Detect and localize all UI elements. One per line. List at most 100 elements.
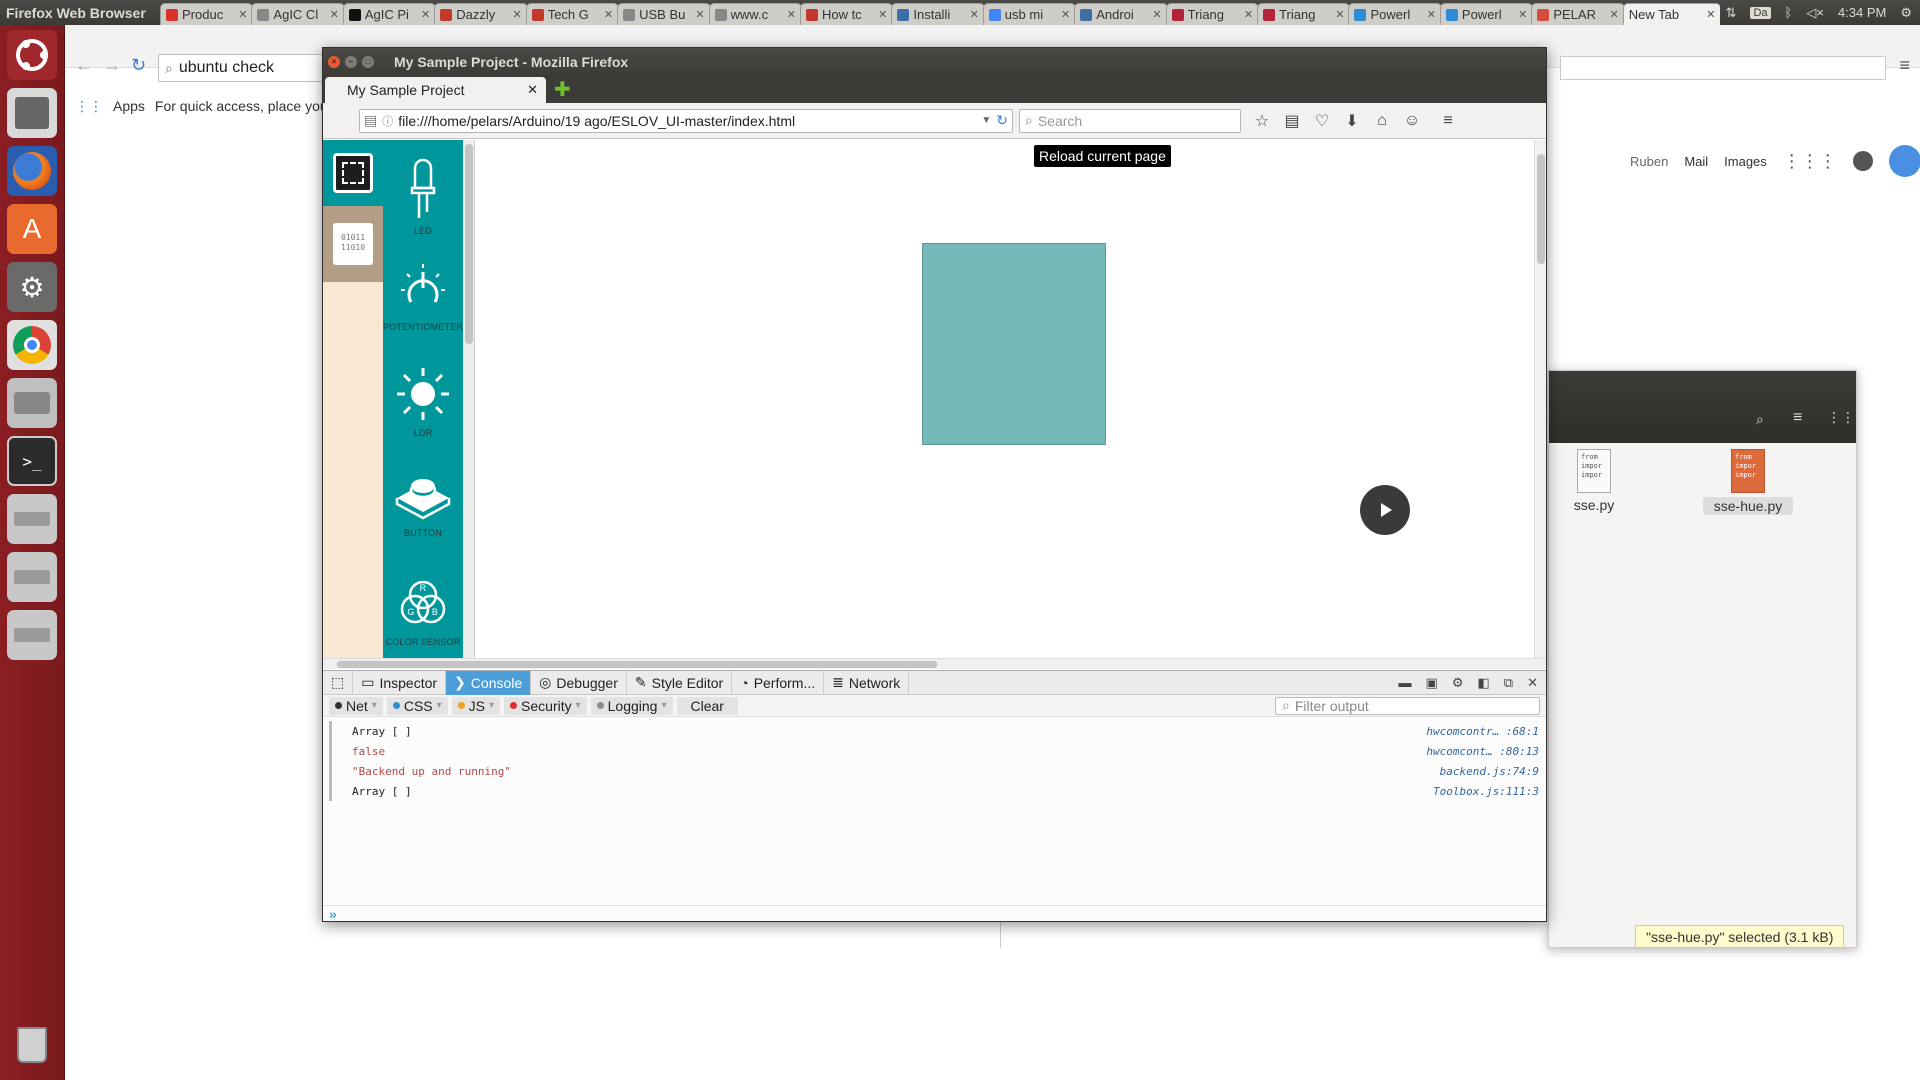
apps-link[interactable]: Apps [113, 98, 145, 114]
component-button[interactable]: BUTTON [383, 470, 463, 538]
bookmark-star-icon[interactable]: ☆ [1247, 111, 1277, 131]
filter-js[interactable]: JS ▾ [451, 696, 501, 715]
forward-icon[interactable]: → [103, 55, 121, 76]
console-source-link[interactable]: backend.js:74:9 [1440, 765, 1541, 778]
apps-grid-icon[interactable]: ⋮⋮⋮ [1783, 151, 1837, 172]
url-bar[interactable]: ▤ ⓘ file:///home/pelars/Arduino/19 ago/E… [359, 108, 1013, 133]
chrome-tab[interactable]: usb mi ✕ [982, 3, 1077, 25]
chevron-down-icon[interactable]: ▾ [437, 700, 442, 711]
tab-my-sample-project[interactable]: My Sample Project ✕ [325, 77, 546, 103]
tab-close-icon[interactable]: ✕ [512, 8, 521, 21]
element-picker-icon[interactable]: ⬚ [323, 670, 354, 695]
component-ldr[interactable]: LDR [383, 364, 463, 438]
bluetooth-icon[interactable]: ᛒ [1785, 5, 1793, 20]
split-console-icon[interactable]: ▬ [1399, 675, 1412, 691]
tab-debugger[interactable]: ◎ Debugger [531, 670, 627, 695]
file-item[interactable]: from impor impor sse.py [1549, 449, 1639, 513]
filter-logging[interactable]: Logging ▾ [590, 696, 673, 715]
chrome-tab[interactable]: Triang ✕ [1257, 3, 1351, 25]
trash-icon[interactable] [7, 1020, 57, 1070]
google-link-mail[interactable]: Mail [1684, 154, 1708, 169]
scanner-icon[interactable] [7, 378, 57, 428]
chrome-tab[interactable]: Powerl ✕ [1439, 3, 1534, 25]
apps-grid-icon[interactable]: ⋮⋮ [75, 98, 103, 115]
chrome-tab[interactable]: AgIC Pi ✕ [342, 3, 437, 25]
chrome-tab[interactable]: Powerl ✕ [1348, 3, 1442, 25]
page-info-icon[interactable]: ▤ [364, 112, 377, 129]
search-icon[interactable]: ⌕ [1756, 411, 1764, 428]
tab-network[interactable]: ≣ Network [824, 670, 910, 695]
component-potentiometer[interactable]: POTENTIOMETER [383, 262, 463, 332]
vertical-scrollbar[interactable] [1534, 140, 1546, 658]
responsive-mode-icon[interactable]: ▣ [1426, 675, 1438, 691]
scrollbar-thumb[interactable] [337, 661, 937, 668]
filter-css[interactable]: CSS ▾ [386, 696, 448, 715]
drive-icon[interactable] [7, 552, 57, 602]
palette-scrollbar[interactable] [463, 140, 475, 658]
tab-style-editor[interactable]: ✎ Style Editor [627, 670, 733, 695]
system-settings-icon[interactable]: ⚙ [7, 262, 57, 312]
google-link-ruben[interactable]: Ruben [1630, 154, 1668, 169]
drive-icon[interactable] [7, 610, 57, 660]
tab-performance[interactable]: ◔ Perform... [732, 670, 825, 695]
software-center-icon[interactable]: A [7, 204, 57, 254]
tab-close-icon[interactable]: ✕ [695, 8, 704, 21]
window-close-button[interactable]: × [328, 55, 340, 68]
back-icon[interactable]: ← [75, 55, 93, 76]
new-tab-button[interactable]: ✚ [554, 77, 571, 102]
chevron-down-icon[interactable]: ▾ [661, 700, 666, 711]
tab-close-icon[interactable]: ✕ [1427, 8, 1436, 21]
home-icon[interactable]: ⌂ [1367, 112, 1397, 130]
tab-close-icon[interactable]: ✕ [1061, 8, 1070, 21]
tab-close-icon[interactable]: ✕ [1610, 8, 1619, 21]
chrome-tab[interactable]: PELAR ✕ [1531, 3, 1625, 25]
devtools-close-icon[interactable]: ✕ [1527, 675, 1538, 691]
tab-close-icon[interactable]: ✕ [421, 8, 430, 21]
site-identity-icon[interactable]: ⓘ [382, 113, 393, 129]
tab-close-icon[interactable]: ✕ [1335, 8, 1344, 21]
tab-close-icon[interactable]: ✕ [787, 8, 796, 21]
chrome-tab[interactable]: How tc ✕ [799, 3, 894, 25]
search-box[interactable]: ⌕ Search [1019, 108, 1241, 133]
volume-icon[interactable]: ◁× [1806, 5, 1824, 21]
tab-close-icon[interactable]: ✕ [527, 82, 538, 98]
chrome-omnibox-right[interactable] [1560, 56, 1886, 80]
clock[interactable]: 4:34 PM [1838, 5, 1886, 20]
chrome-menu-icon[interactable]: ≡ [1899, 55, 1910, 76]
tab-close-icon[interactable]: ✕ [1518, 8, 1527, 21]
ubuntu-dash-icon[interactable] [7, 30, 57, 80]
chrome-tab[interactable]: www.c ✕ [708, 3, 802, 25]
google-link-images[interactable]: Images [1724, 154, 1767, 169]
settings-gear-icon[interactable]: ⚙ [1900, 5, 1912, 21]
file-item-selected[interactable]: from impor impor sse-hue.py [1703, 449, 1793, 515]
network-icon[interactable]: ⇅ [1726, 5, 1737, 21]
tab-close-icon[interactable]: ✕ [604, 8, 613, 21]
console-source-link[interactable]: hwcomcont… :80:13 [1426, 745, 1541, 758]
window-minimize-button[interactable]: − [345, 55, 357, 68]
chrome-tab[interactable]: Installi ✕ [891, 3, 985, 25]
tab-close-icon[interactable]: ✕ [238, 8, 247, 21]
grid-view-icon[interactable]: ⋮⋮ [1827, 409, 1855, 426]
tab-inspector[interactable]: ▭ Inspector [353, 670, 447, 695]
hamburger-menu-icon[interactable]: ≡ [1433, 112, 1463, 130]
filter-security[interactable]: Security ▾ [504, 696, 587, 715]
chrome-icon[interactable] [7, 320, 57, 370]
chrome-tab[interactable]: Tech G ✕ [525, 3, 620, 25]
pocket-icon[interactable]: ♡ [1307, 111, 1337, 131]
dock-side-icon[interactable]: ◧ [1478, 675, 1490, 691]
tab-close-icon[interactable]: ✕ [1152, 8, 1161, 21]
chrome-tab[interactable]: Produc ✕ [160, 3, 254, 25]
chevron-down-icon[interactable]: ▾ [489, 700, 494, 711]
chrome-tab[interactable]: Dazzly ✕ [434, 3, 528, 25]
downloads-icon[interactable]: ⬇ [1337, 111, 1367, 131]
horizontal-scrollbar[interactable] [323, 658, 1546, 669]
chrome-tab[interactable]: Triang ✕ [1165, 3, 1260, 25]
code-category-tab[interactable]: 01011 11010 [323, 206, 383, 282]
filter-net[interactable]: Net ▾ [329, 696, 383, 715]
notifications-bell-icon[interactable] [1852, 151, 1873, 171]
chevron-down-icon[interactable]: ▾ [576, 700, 581, 711]
tab-close-icon[interactable]: ✕ [330, 8, 339, 21]
chrome-tab[interactable]: Androi ✕ [1074, 3, 1168, 25]
filter-output-input[interactable]: ⌕ Filter output [1275, 696, 1540, 715]
chrome-omnibox[interactable]: ⌕ ubuntu check [158, 54, 323, 82]
